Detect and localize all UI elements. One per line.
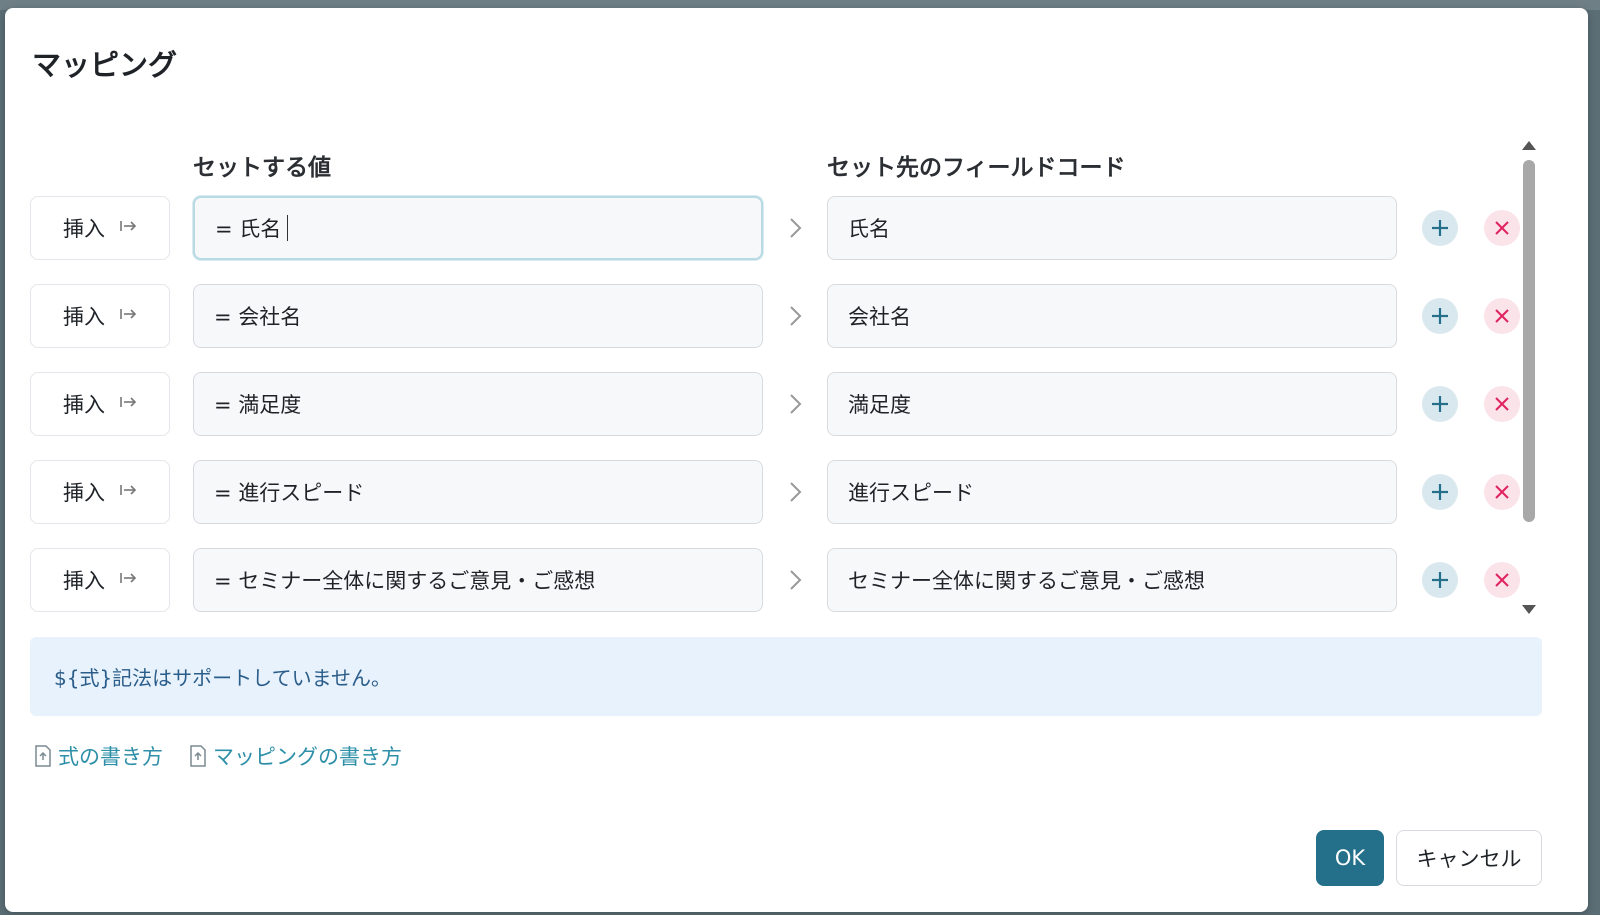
target-field-text: 氏名 bbox=[848, 217, 890, 241]
mapping-dialog: マッピング セットする値 セット先のフィールドコード 挿入 = 氏名 氏名 挿入… bbox=[5, 8, 1588, 912]
value-input-text: = 進行スピード bbox=[214, 481, 365, 505]
info-notice: ${式}記法はサポートしていません。 bbox=[30, 637, 1542, 716]
close-icon bbox=[1495, 309, 1509, 323]
value-input-text: = セミナー全体に関するご意見・ご感想 bbox=[214, 569, 596, 593]
mapping-row: 挿入 = 進行スピード 進行スピード bbox=[30, 460, 1530, 524]
mapping-help-link[interactable]: マッピングの書き方 bbox=[189, 741, 402, 771]
delete-row-button[interactable] bbox=[1484, 386, 1520, 422]
insert-arrow-icon bbox=[120, 309, 137, 319]
insert-button[interactable]: 挿入 bbox=[30, 196, 170, 260]
mapping-row: 挿入 = 満足度 満足度 bbox=[30, 372, 1530, 436]
mapping-row: 挿入 = 氏名 氏名 bbox=[30, 196, 1530, 260]
scroll-up-arrow-icon[interactable] bbox=[1522, 141, 1536, 150]
plus-icon bbox=[1432, 572, 1448, 588]
chevron-right-icon bbox=[790, 394, 802, 414]
document-icon bbox=[190, 745, 206, 767]
chevron-right-icon bbox=[790, 306, 802, 326]
insert-label: 挿入 bbox=[63, 393, 105, 417]
chevron-right-icon bbox=[790, 482, 802, 502]
target-field-input[interactable]: 会社名 bbox=[827, 284, 1397, 348]
document-icon bbox=[35, 745, 51, 767]
chevron-right-icon bbox=[790, 570, 802, 590]
target-field-input[interactable]: セミナー全体に関するご意見・ご感想 bbox=[827, 548, 1397, 612]
value-input-text: = 満足度 bbox=[214, 393, 302, 417]
formula-help-link[interactable]: 式の書き方 bbox=[34, 741, 163, 771]
value-input[interactable]: = 氏名 bbox=[193, 196, 763, 260]
target-field-text: 進行スピード bbox=[848, 481, 974, 505]
delete-row-button[interactable] bbox=[1484, 298, 1520, 334]
cancel-button[interactable]: キャンセル bbox=[1396, 830, 1542, 886]
value-column-header: セットする値 bbox=[193, 155, 331, 181]
help-links: 式の書き方 マッピングの書き方 bbox=[34, 741, 402, 771]
delete-row-button[interactable] bbox=[1484, 210, 1520, 246]
insert-arrow-icon bbox=[120, 397, 137, 407]
close-icon bbox=[1495, 573, 1509, 587]
plus-icon bbox=[1432, 396, 1448, 412]
target-field-input[interactable]: 氏名 bbox=[827, 196, 1397, 260]
add-row-button[interactable] bbox=[1422, 562, 1458, 598]
add-row-button[interactable] bbox=[1422, 210, 1458, 246]
scroll-down-arrow-icon[interactable] bbox=[1522, 605, 1536, 614]
insert-label: 挿入 bbox=[63, 305, 105, 329]
insert-arrow-icon bbox=[120, 485, 137, 495]
value-input[interactable]: = 進行スピード bbox=[193, 460, 763, 524]
chevron-right-icon bbox=[790, 218, 802, 238]
scroll-thumb[interactable] bbox=[1523, 160, 1535, 522]
delete-row-button[interactable] bbox=[1484, 562, 1520, 598]
value-input-text: = 会社名 bbox=[214, 305, 302, 329]
insert-label: 挿入 bbox=[63, 481, 105, 505]
target-field-input[interactable]: 満足度 bbox=[827, 372, 1397, 436]
text-caret bbox=[287, 215, 289, 241]
target-field-text: 満足度 bbox=[848, 393, 911, 417]
insert-arrow-icon bbox=[120, 221, 137, 231]
add-row-button[interactable] bbox=[1422, 474, 1458, 510]
plus-icon bbox=[1432, 484, 1448, 500]
dialog-title: マッピング bbox=[32, 48, 178, 82]
target-field-input[interactable]: 進行スピード bbox=[827, 460, 1397, 524]
delete-row-button[interactable] bbox=[1484, 474, 1520, 510]
mapping-row: 挿入 = 会社名 会社名 bbox=[30, 284, 1530, 348]
plus-icon bbox=[1432, 308, 1448, 324]
mapping-row: 挿入 = セミナー全体に関するご意見・ご感想 セミナー全体に関するご意見・ご感想 bbox=[30, 548, 1530, 612]
target-column-header: セット先のフィールドコード bbox=[827, 155, 1126, 181]
value-input[interactable]: = 満足度 bbox=[193, 372, 763, 436]
plus-icon bbox=[1432, 220, 1448, 236]
ok-button[interactable]: OK bbox=[1316, 830, 1384, 886]
value-input[interactable]: = セミナー全体に関するご意見・ご感想 bbox=[193, 548, 763, 612]
insert-arrow-icon bbox=[120, 573, 137, 583]
add-row-button[interactable] bbox=[1422, 386, 1458, 422]
close-icon bbox=[1495, 485, 1509, 499]
add-row-button[interactable] bbox=[1422, 298, 1458, 334]
insert-button[interactable]: 挿入 bbox=[30, 284, 170, 348]
formula-help-label: 式の書き方 bbox=[58, 745, 163, 769]
insert-label: 挿入 bbox=[63, 569, 105, 593]
insert-button[interactable]: 挿入 bbox=[30, 372, 170, 436]
insert-label: 挿入 bbox=[63, 217, 105, 241]
insert-button[interactable]: 挿入 bbox=[30, 548, 170, 612]
close-icon bbox=[1495, 221, 1509, 235]
vertical-scrollbar[interactable] bbox=[1518, 133, 1540, 618]
close-icon bbox=[1495, 397, 1509, 411]
notice-text: ${式}記法はサポートしていません。 bbox=[54, 666, 391, 690]
mapping-help-label: マッピングの書き方 bbox=[213, 745, 402, 769]
target-field-text: セミナー全体に関するご意見・ご感想 bbox=[848, 569, 1205, 593]
value-input[interactable]: = 会社名 bbox=[193, 284, 763, 348]
target-field-text: 会社名 bbox=[848, 305, 911, 329]
value-input-text: = 氏名 bbox=[215, 217, 282, 241]
insert-button[interactable]: 挿入 bbox=[30, 460, 170, 524]
